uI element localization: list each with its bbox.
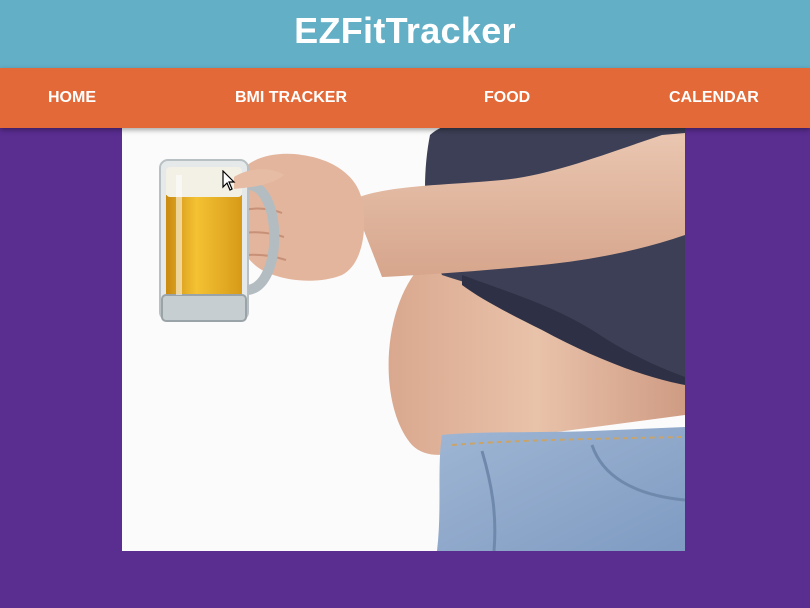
main-navigation: HOME BMI TRACKER FOOD CALENDAR — [0, 68, 810, 128]
hero-photo — [122, 115, 685, 551]
header-bar: EZFitTracker — [0, 0, 810, 68]
nav-food-link[interactable]: FOOD — [484, 68, 530, 128]
nav-home-link[interactable]: HOME — [48, 68, 96, 128]
nav-bmi-tracker-link[interactable]: BMI TRACKER — [235, 68, 347, 128]
app-title: EZFitTracker — [294, 10, 516, 51]
hero-photo-illustration — [122, 115, 685, 551]
nav-calendar-link[interactable]: CALENDAR — [669, 68, 759, 128]
mouse-cursor-icon — [222, 170, 236, 191]
